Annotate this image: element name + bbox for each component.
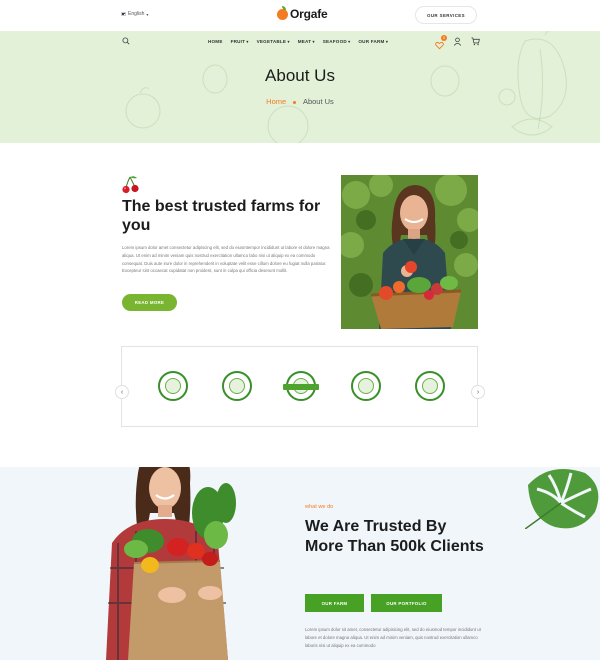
chevron-down-icon: ▾ bbox=[146, 11, 149, 17]
about-paragraph: Lorem ipsum dolor amet consectetur adipi… bbox=[122, 245, 330, 274]
main-nav: HOME FRUIT VEGETABLE MEAT SEAFOOD OUR FA… bbox=[208, 39, 388, 44]
chevron-left-icon: ‹ bbox=[120, 388, 124, 396]
nav-seafood[interactable]: SEAFOOD bbox=[323, 39, 351, 44]
language-label: English bbox=[128, 11, 145, 17]
certificate-badge bbox=[222, 371, 252, 401]
woman-with-grocery-bag-photo bbox=[106, 467, 236, 660]
breadcrumb: Home About Us bbox=[0, 97, 600, 106]
nav-fruit[interactable]: FRUIT bbox=[231, 39, 249, 44]
top-bar: English ▾ Orgafe OUR SERVICES bbox=[0, 0, 600, 31]
heart-icon bbox=[435, 41, 444, 50]
what-we-do-section: what we do We Are Trusted By More Than 5… bbox=[0, 467, 600, 660]
certificate-badge bbox=[415, 371, 445, 401]
user-icon[interactable] bbox=[453, 37, 462, 46]
breadcrumb-home-link[interactable]: Home bbox=[266, 97, 286, 106]
nav-our-farm[interactable]: OUR FARM bbox=[358, 39, 388, 44]
certificates-carousel: ‹ › bbox=[115, 346, 485, 427]
orange-logo-icon bbox=[277, 5, 288, 20]
carousel-prev-button[interactable]: ‹ bbox=[115, 385, 129, 399]
certificate-badge bbox=[158, 371, 188, 401]
wishlist-count-badge: 0 bbox=[441, 35, 447, 41]
farmer-with-basket-photo bbox=[341, 175, 478, 329]
what-we-do-paragraph: Lorem ipsum dolor sit amet, consectetur … bbox=[305, 627, 481, 648]
breadcrumb-separator bbox=[293, 100, 297, 104]
read-more-button[interactable]: READ MORE bbox=[122, 294, 177, 311]
farmer-illustration bbox=[341, 175, 478, 329]
chevron-right-icon: › bbox=[476, 388, 480, 396]
section-eyebrow: what we do bbox=[305, 504, 334, 510]
logo[interactable]: Orgafe bbox=[277, 5, 328, 21]
decorative-produce-outlines bbox=[125, 31, 567, 143]
certificate-badge bbox=[283, 371, 319, 401]
nav-vegetable[interactable]: VEGETABLE bbox=[257, 39, 290, 44]
language-selector[interactable]: English ▾ bbox=[121, 11, 148, 17]
nav-home[interactable]: HOME bbox=[208, 39, 223, 44]
our-services-button[interactable]: OUR SERVICES bbox=[415, 6, 477, 24]
page-hero: HOME FRUIT VEGETABLE MEAT SEAFOOD OUR FA… bbox=[0, 31, 600, 143]
nav-meat[interactable]: MEAT bbox=[298, 39, 315, 44]
brand-name: Orgafe bbox=[290, 7, 328, 21]
flag-icon bbox=[121, 12, 126, 16]
carousel-next-button[interactable]: › bbox=[471, 385, 485, 399]
cart-icon[interactable] bbox=[471, 37, 480, 46]
breadcrumb-current: About Us bbox=[302, 97, 334, 106]
certificate-badge bbox=[351, 371, 381, 401]
monstera-leaf-icon bbox=[525, 469, 599, 529]
about-heading: The best trusted farms for you bbox=[122, 198, 321, 234]
our-portfolio-button[interactable]: OUR PORTFOLIO bbox=[371, 594, 442, 612]
page-title: About Us bbox=[265, 66, 335, 85]
header-actions: 0 bbox=[435, 35, 480, 50]
cherry-icon bbox=[122, 176, 139, 194]
what-we-do-heading: We Are Trusted By More Than 500k Clients bbox=[305, 518, 484, 555]
search-icon[interactable] bbox=[122, 37, 130, 45]
wishlist-button[interactable]: 0 bbox=[435, 35, 447, 50]
our-farm-button[interactable]: OUR FARM bbox=[305, 594, 364, 612]
